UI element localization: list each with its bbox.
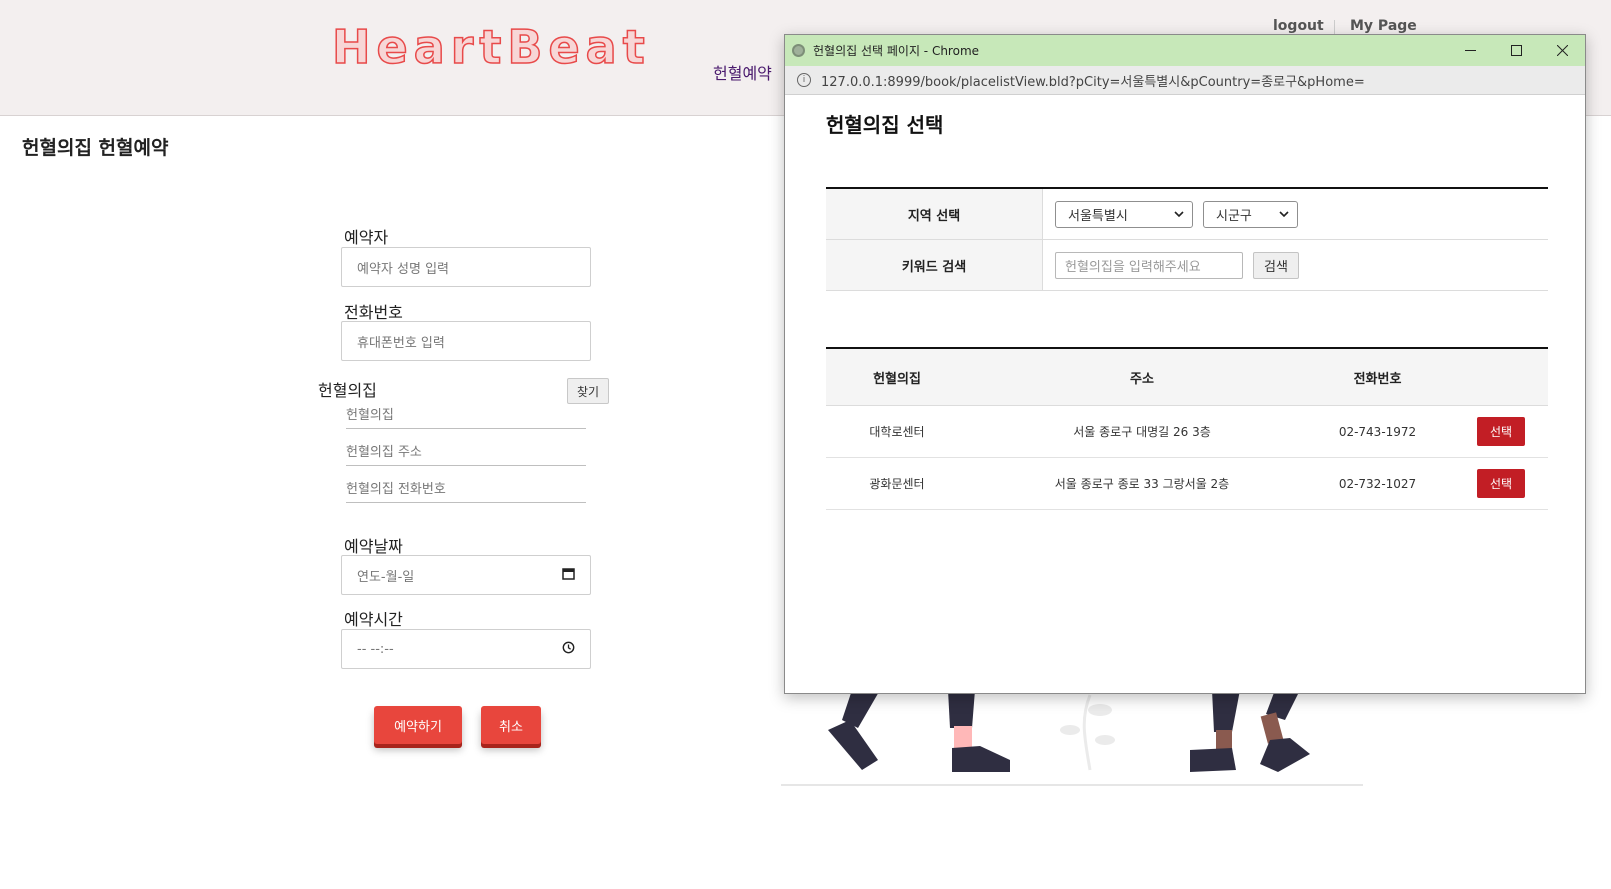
popup-window-title: 헌혈의집 선택 페이지 - Chrome [813,44,980,58]
place-address-placeholder: 헌혈의집 주소 [346,445,422,460]
district-select[interactable]: 시군구 [1203,201,1298,228]
popup-titlebar[interactable]: 헌혈의집 선택 페이지 - Chrome [785,35,1585,66]
phone-input[interactable]: 휴대폰번호 입력 [341,321,591,361]
keyword-row: 키워드 검색 헌혈의집을 입력해주세요 검색 [826,240,1548,291]
booker-label: 예약자 [344,228,389,247]
time-placeholder: -- --:-- [357,641,394,657]
column-header-phone: 전화번호 [1353,371,1402,387]
time-input[interactable]: -- --:-- [341,629,591,669]
mypage-link[interactable]: My Page [1350,18,1417,34]
select-place-button[interactable]: 선택 [1477,417,1525,446]
booker-name-input[interactable]: 예약자 성명 입력 [341,247,591,287]
ground-line [781,784,1363,786]
chevron-down-icon [1279,207,1289,224]
logout-link[interactable]: logout [1273,18,1324,34]
info-icon[interactable]: i [797,73,811,87]
region-cell: 서울특별시 시군구 [1043,189,1548,239]
top-link-divider [1334,20,1335,34]
booker-name-placeholder: 예약자 성명 입력 [357,261,449,277]
keyword-label: 키워드 검색 [826,240,1043,290]
phone-placeholder: 휴대폰번호 입력 [357,335,445,351]
clock-icon[interactable] [562,641,575,658]
district-select-value: 시군구 [1216,209,1252,224]
keyword-search-input[interactable]: 헌혈의집을 입력해주세요 [1055,252,1243,279]
chevron-down-icon [1174,207,1184,224]
date-placeholder: 연도-월-일 [357,569,415,585]
maximize-icon[interactable] [1493,35,1539,66]
column-header-address: 주소 [1130,371,1154,387]
place-name-field[interactable]: 헌혈의집 [346,401,586,429]
table-row: 광화문센터 서울 종로구 종로 33 그랑서울 2층 02-732-1027 선… [826,458,1548,510]
place-address-cell: 서울 종로구 종로 33 그랑서울 2층 [1054,477,1230,491]
address-url: 127.0.0.1:8999/book/placelistView.bld?pC… [821,74,1365,90]
select-place-button[interactable]: 선택 [1477,469,1525,498]
place-phone-placeholder: 헌혈의집 전화번호 [346,482,446,497]
city-select[interactable]: 서울특별시 [1055,201,1193,228]
minimize-icon[interactable] [1447,35,1493,66]
place-name-placeholder: 헌혈의집 [346,408,394,423]
walking-people-illustration [780,690,1370,790]
region-label: 지역 선택 [826,189,1043,239]
place-select-popup-window[interactable]: 헌혈의집 선택 페이지 - Chrome i 127.0.0.1:8999/bo… [784,34,1586,694]
table-header: 헌혈의집 주소 전화번호 [826,349,1548,406]
place-address-cell: 서울 종로구 대명길 26 3층 [1073,425,1211,439]
table-row: 대학로센터 서울 종로구 대명길 26 3층 02-743-1972 선택 [826,406,1548,458]
place-label: 헌혈의집 [318,381,377,400]
city-select-value: 서울특별시 [1068,209,1128,224]
time-label: 예약시간 [344,610,403,629]
place-phone-cell: 02-743-1972 [1338,424,1417,439]
page-title: 헌혈의집 헌혈예약 [22,137,169,159]
keyword-placeholder: 헌혈의집을 입력해주세요 [1065,260,1201,275]
keyword-cell: 헌혈의집을 입력해주세요 검색 [1043,240,1548,290]
search-button[interactable]: 검색 [1253,252,1299,279]
place-phone-field[interactable]: 헌혈의집 전화번호 [346,475,586,503]
chrome-icon [792,44,805,57]
phone-label: 전화번호 [344,303,403,322]
cancel-button[interactable]: 취소 [481,706,541,744]
reserve-button[interactable]: 예약하기 [374,706,462,744]
place-phone-cell: 02-732-1027 [1338,476,1417,491]
region-row: 지역 선택 서울특별시 시군구 [826,189,1548,240]
popup-heading: 헌혈의집 선택 [826,113,944,137]
address-bar[interactable]: i 127.0.0.1:8999/book/placelistView.bld?… [785,66,1585,95]
date-input[interactable]: 연도-월-일 [341,555,591,595]
nav-reservation-link[interactable]: 헌혈예약 [713,60,772,84]
site-logo[interactable]: HeartBeat [331,19,651,75]
close-icon[interactable] [1539,35,1585,66]
popup-content: 헌혈의집 선택 지역 선택 서울특별시 시군구 키워드 검색 헌혈의집을 입력해… [785,95,1585,693]
place-result-table: 헌혈의집 주소 전화번호 대학로센터 서울 종로구 대명길 26 3층 02-7… [826,347,1548,510]
place-address-field[interactable]: 헌혈의집 주소 [346,438,586,466]
column-header-name: 헌혈의집 [873,371,921,387]
date-label: 예약날짜 [344,537,403,556]
place-name-cell: 대학로센터 [869,425,925,439]
calendar-icon[interactable] [562,567,575,584]
search-form-table: 지역 선택 서울특별시 시군구 키워드 검색 헌혈의집을 입력해주세요 검색 [826,187,1548,291]
place-name-cell: 광화문센터 [869,477,925,491]
